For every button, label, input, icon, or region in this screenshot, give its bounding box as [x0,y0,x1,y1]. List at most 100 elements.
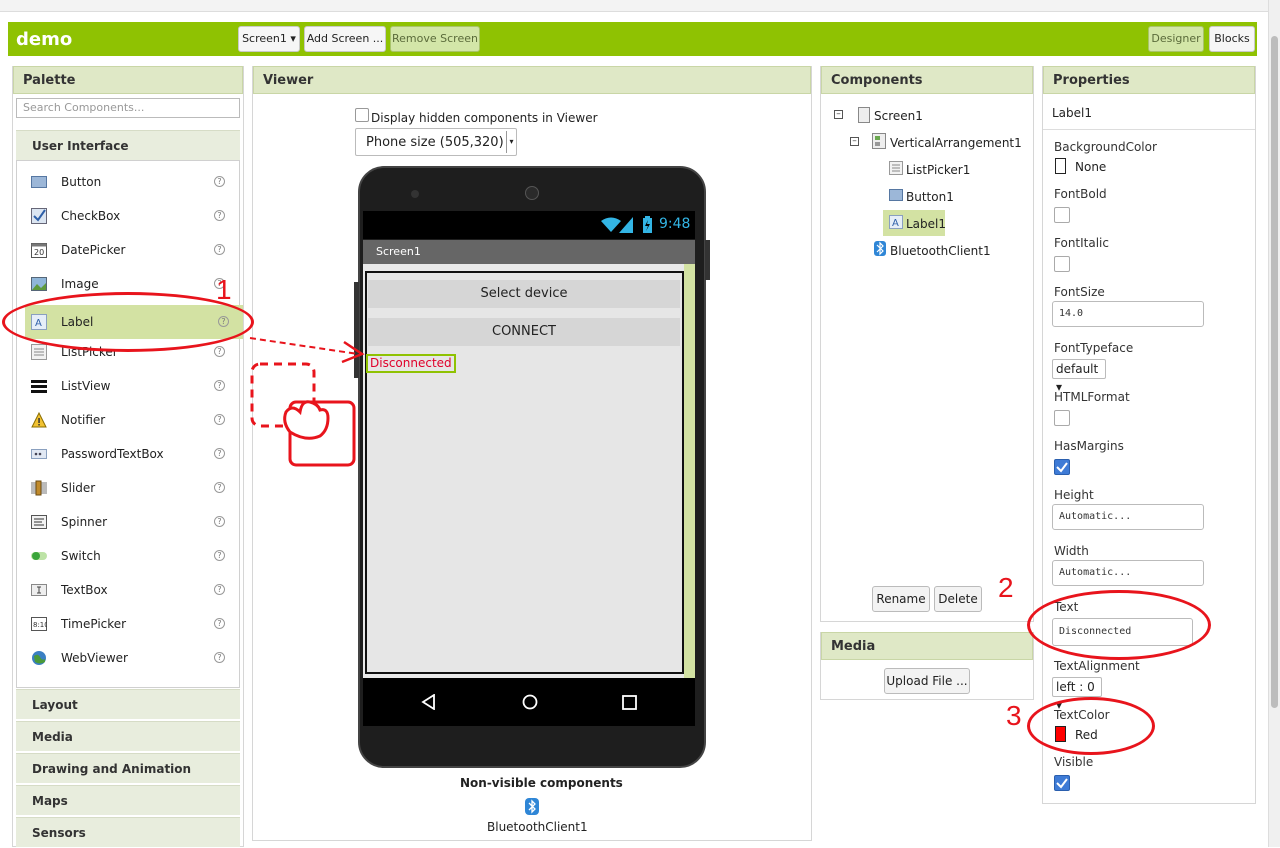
help-icon[interactable]: ? [214,550,225,561]
collapse-icon[interactable]: – [850,137,859,146]
palette-item-slider[interactable]: Slider ? [17,471,239,505]
palette-item-label: Image [61,277,99,291]
tree-item-screen1[interactable]: Screen1 [874,105,923,127]
disconnected-label[interactable]: Disconnected [366,354,456,373]
prop-height-input[interactable]: Automatic... [1052,504,1204,530]
help-icon[interactable]: ? [214,380,225,391]
page-scrollbar-thumb[interactable] [1271,36,1278,708]
prop-htmlformat-checkbox[interactable] [1054,410,1070,426]
category-sensors[interactable]: Sensors [16,817,240,847]
prop-width-label: Width [1054,544,1089,558]
upload-file-button[interactable]: Upload File ... [884,668,970,694]
prop-textalignment-select[interactable]: left : 0 ▾ [1052,677,1102,712]
prop-visible-checkbox[interactable] [1054,775,1070,791]
category-user-interface[interactable]: User Interface [16,130,240,160]
help-icon[interactable]: ? [214,244,225,255]
help-icon[interactable]: ? [214,414,225,425]
palette-item-spinner[interactable]: Spinner ? [17,505,239,539]
help-icon[interactable]: ? [214,176,225,187]
prop-fontsize-input[interactable]: 14.0 [1052,301,1204,327]
prop-width-input[interactable]: Automatic... [1052,560,1204,586]
palette-item-datepicker[interactable]: 20 DatePicker ? [17,233,239,267]
category-drawing-animation[interactable]: Drawing and Animation [16,753,240,783]
search-input[interactable]: Search Components... [16,98,240,118]
tree-item-verticalarrangement1[interactable]: VerticalArrangement1 [890,132,1022,154]
prop-fonttypeface-select[interactable]: default ▾ [1052,359,1106,394]
remove-screen-button[interactable]: Remove Screen [390,26,480,52]
datepicker-icon: 20 [31,243,47,258]
help-icon[interactable]: ? [214,210,225,221]
category-media[interactable]: Media [16,721,240,751]
button-icon [889,189,903,201]
svg-text:8:10: 8:10 [33,621,47,629]
palette-item-timepicker[interactable]: 8:10 TimePicker ? [17,607,239,641]
annotation-step-1: 1 [216,274,232,305]
bluetooth-icon[interactable] [525,798,539,815]
prop-fontbold-label: FontBold [1054,187,1107,201]
help-icon[interactable]: ? [214,516,225,527]
annotation-step-2: 2 [998,572,1014,603]
add-screen-button[interactable]: Add Screen ... [304,26,386,52]
palette-item-textbox[interactable]: TextBox ? [17,573,239,607]
help-icon[interactable]: ? [214,652,225,663]
tree-item-label1[interactable]: Label1 [906,213,946,235]
prop-fontitalic-checkbox[interactable] [1054,256,1070,272]
prop-visible-label: Visible [1054,755,1094,769]
dropdown-arrow-icon: ▾ [506,131,516,153]
slider-icon [31,480,47,496]
select-device-button[interactable]: Select device [368,280,680,308]
category-layout[interactable]: Layout [16,689,240,719]
prop-fontsize-label: FontSize [1054,285,1105,299]
color-swatch-none[interactable] [1055,158,1066,174]
palette-item-switch[interactable]: Switch ? [17,539,239,573]
connect-button[interactable]: CONNECT [368,318,680,346]
help-icon[interactable]: ? [214,482,225,493]
checkbox-icon [31,208,47,224]
collapse-icon[interactable]: – [834,110,843,119]
designer-button[interactable]: Designer [1148,26,1204,52]
prop-hasmargins-checkbox[interactable] [1054,459,1070,475]
bluetooth-icon [874,241,886,256]
tree-item-button1[interactable]: Button1 [906,186,954,208]
help-icon[interactable]: ? [214,346,225,357]
label-icon: A [889,215,903,229]
palette-item-label: Button [61,175,102,189]
rename-button[interactable]: Rename [872,586,930,612]
blocks-button[interactable]: Blocks [1209,26,1255,52]
phone-size-select[interactable]: Phone size (505,320) ▾ [355,128,517,156]
category-maps[interactable]: Maps [16,785,240,815]
screen-icon [858,107,870,123]
switch-icon [31,552,47,560]
prop-backgroundcolor-label: BackgroundColor [1054,140,1157,154]
help-icon[interactable]: ? [214,448,225,459]
spinner-icon [31,515,47,529]
textbox-icon [31,584,47,596]
prop-fontbold-checkbox[interactable] [1054,207,1070,223]
tree-item-listpicker1[interactable]: ListPicker1 [906,159,970,181]
palette-item-button[interactable]: Button ? [17,165,239,199]
palette-item-passwordtextbox[interactable]: PasswordTextBox ? [17,437,239,471]
project-title: demo [16,29,73,50]
palette-item-listview[interactable]: ListView ? [17,369,239,403]
clock: 9:48 [659,216,691,232]
delete-button[interactable]: Delete [934,586,982,612]
palette-item-notifier[interactable]: Notifier ? [17,403,239,437]
help-icon[interactable]: ? [214,584,225,595]
palette-header: Palette [13,66,243,94]
annotation-step-3: 3 [1006,700,1022,731]
hidden-components-checkbox[interactable] [355,108,369,122]
media-header: Media [821,632,1033,660]
phone-size-value: Phone size (505,320) [366,135,504,150]
palette-item-label: Switch [61,549,101,563]
screen-select[interactable]: Screen1 ▾ [238,26,300,52]
checkmark-icon [1056,462,1068,473]
tree-item-bluetoothclient1[interactable]: BluetoothClient1 [890,240,991,262]
prop-backgroundcolor-value[interactable]: None [1075,160,1106,174]
browser-top-strip [0,0,1270,12]
prop-height-label: Height [1054,488,1094,502]
prop-hasmargins-label: HasMargins [1054,439,1124,453]
listview-icon [31,380,47,393]
help-icon[interactable]: ? [214,618,225,629]
palette-item-webviewer[interactable]: WebViewer ? [17,641,239,675]
palette-item-checkbox[interactable]: CheckBox ? [17,199,239,233]
